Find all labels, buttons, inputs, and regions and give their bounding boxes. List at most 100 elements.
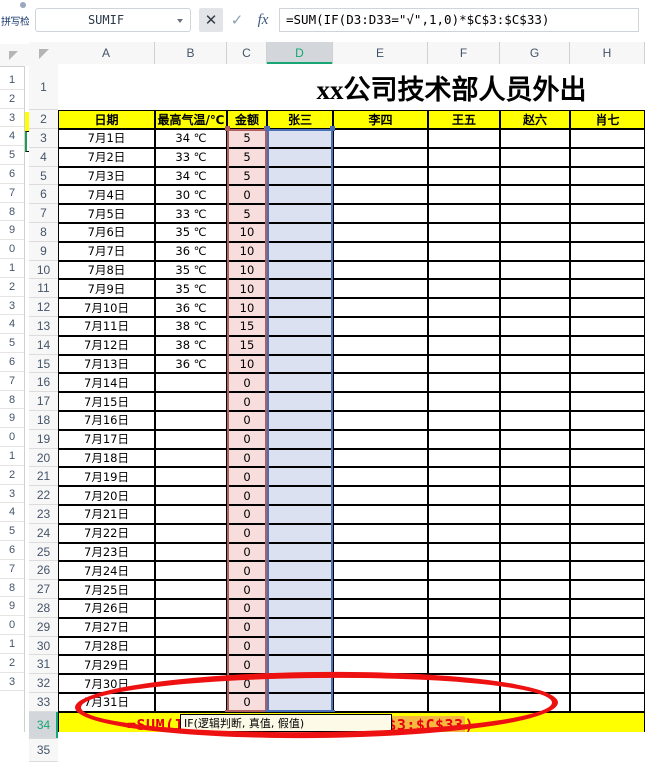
cell-empty[interactable] <box>500 561 570 581</box>
cell-empty[interactable] <box>500 542 570 562</box>
cell-empty[interactable] <box>500 241 570 261</box>
cell-date[interactable]: 7月9日 <box>58 279 155 299</box>
cell-zhangsan[interactable] <box>267 298 333 317</box>
cell-date[interactable]: 7月14日 <box>58 373 155 393</box>
cell-empty[interactable] <box>333 129 428 148</box>
cell-empty[interactable] <box>570 655 645 675</box>
cell-zhangsan[interactable] <box>267 392 333 411</box>
formula-input[interactable]: =SUM(IF(D3:D33="√",1,0)*$C$3:$C$33) <box>279 8 639 32</box>
cell-zhangsan[interactable] <box>267 147 333 167</box>
cell-empty[interactable] <box>500 392 570 411</box>
row-header-9[interactable]: 9 <box>29 241 58 261</box>
cell-empty[interactable] <box>500 505 570 524</box>
cell-empty[interactable] <box>333 373 428 393</box>
cell-empty[interactable] <box>570 373 645 393</box>
cell-amount[interactable]: 0 <box>227 655 267 675</box>
cell-empty[interactable] <box>570 505 645 524</box>
cell-amount[interactable]: 0 <box>227 373 267 393</box>
row-header-15[interactable]: 15 <box>29 354 58 374</box>
cell-empty[interactable] <box>428 655 500 675</box>
cell-empty[interactable] <box>428 129 500 148</box>
cell-amount[interactable]: 0 <box>227 580 267 599</box>
cell-zhangsan[interactable] <box>267 185 333 205</box>
cell-empty[interactable] <box>333 467 428 487</box>
cell-amount[interactable]: 10 <box>227 279 267 299</box>
column-header-h[interactable]: H <box>570 42 645 64</box>
cell-date[interactable]: 7月27日 <box>58 617 155 637</box>
cell-date[interactable]: 7月15日 <box>58 392 155 411</box>
cell-empty[interactable] <box>333 279 428 299</box>
cell-empty[interactable] <box>428 617 500 637</box>
cell-empty[interactable] <box>428 448 500 468</box>
cell-zhangsan[interactable] <box>267 542 333 562</box>
cell-date[interactable]: 7月1日 <box>58 129 155 148</box>
cell-date[interactable]: 7月3日 <box>58 166 155 186</box>
column-header-c[interactable]: C <box>227 42 267 64</box>
cell-empty[interactable] <box>333 599 428 618</box>
cell-zhangsan[interactable] <box>267 279 333 299</box>
row-header-16[interactable]: 16 <box>29 373 58 393</box>
cell-empty[interactable] <box>500 411 570 430</box>
cell-empty[interactable] <box>570 129 645 148</box>
row-header-4[interactable]: 4 <box>29 147 58 167</box>
row-header-12[interactable]: 12 <box>29 298 58 317</box>
cell-temperature[interactable] <box>155 448 227 468</box>
cell-date[interactable]: 7月26日 <box>58 599 155 618</box>
cell-empty[interactable] <box>570 542 645 562</box>
cell-empty[interactable] <box>570 166 645 186</box>
cell-amount[interactable]: 15 <box>227 317 267 336</box>
cell-empty[interactable] <box>500 617 570 637</box>
cell-amount[interactable]: 0 <box>227 636 267 656</box>
cell-zhangsan[interactable] <box>267 166 333 186</box>
cell-empty[interactable] <box>428 335 500 355</box>
cell-empty[interactable] <box>428 636 500 656</box>
cell-temperature[interactable] <box>155 580 227 599</box>
cell-empty[interactable] <box>428 599 500 618</box>
cell-empty[interactable] <box>333 505 428 524</box>
cell-empty[interactable] <box>333 147 428 167</box>
range-resize-handle[interactable] <box>265 126 270 131</box>
cell-zhangsan[interactable] <box>267 223 333 242</box>
cell-empty[interactable] <box>333 241 428 261</box>
cell-empty[interactable] <box>333 411 428 430</box>
fx-icon[interactable]: fx <box>251 8 275 32</box>
cell-zhangsan[interactable] <box>267 467 333 487</box>
cell-empty[interactable] <box>333 260 428 280</box>
cell-empty[interactable] <box>570 317 645 336</box>
cell-empty[interactable] <box>333 298 428 317</box>
cell-date[interactable]: 7月31日 <box>58 693 155 712</box>
cell-zhangsan[interactable] <box>267 429 333 449</box>
cell-amount[interactable]: 10 <box>227 241 267 261</box>
cell-amount[interactable]: 0 <box>227 505 267 524</box>
row-header-21[interactable]: 21 <box>29 467 58 487</box>
row-header-11[interactable]: 11 <box>29 279 58 299</box>
row-header-24[interactable]: 24 <box>29 523 58 543</box>
cell-empty[interactable] <box>500 693 570 712</box>
cell-zhangsan[interactable] <box>267 523 333 543</box>
close-icon[interactable]: ✕ <box>199 8 223 32</box>
cell-date[interactable]: 7月6日 <box>58 223 155 242</box>
cell-empty[interactable] <box>333 166 428 186</box>
cell-empty[interactable] <box>333 523 428 543</box>
cell-empty[interactable] <box>570 335 645 355</box>
cell-empty[interactable] <box>500 373 570 393</box>
row-header-8[interactable]: 8 <box>29 223 58 242</box>
cell-temperature[interactable]: 30 ℃ <box>155 185 227 205</box>
cell-amount[interactable]: 0 <box>227 392 267 411</box>
cell-empty[interactable] <box>333 561 428 581</box>
cell-date[interactable]: 7月19日 <box>58 467 155 487</box>
cell-zhangsan[interactable] <box>267 335 333 355</box>
cell-zhangsan[interactable] <box>267 241 333 261</box>
cell-date[interactable]: 7月11日 <box>58 317 155 336</box>
cell-temperature[interactable]: 33 ℃ <box>155 204 227 223</box>
cell-empty[interactable] <box>570 674 645 693</box>
cell-empty[interactable] <box>500 599 570 618</box>
cell-empty[interactable] <box>428 542 500 562</box>
cell-amount[interactable]: 0 <box>227 693 267 712</box>
cell-temperature[interactable] <box>155 674 227 693</box>
cell-amount[interactable]: 5 <box>227 204 267 223</box>
row-header-7[interactable]: 7 <box>29 204 58 223</box>
cell-amount[interactable]: 0 <box>227 542 267 562</box>
cell-temperature[interactable] <box>155 561 227 581</box>
cell-empty[interactable] <box>570 411 645 430</box>
